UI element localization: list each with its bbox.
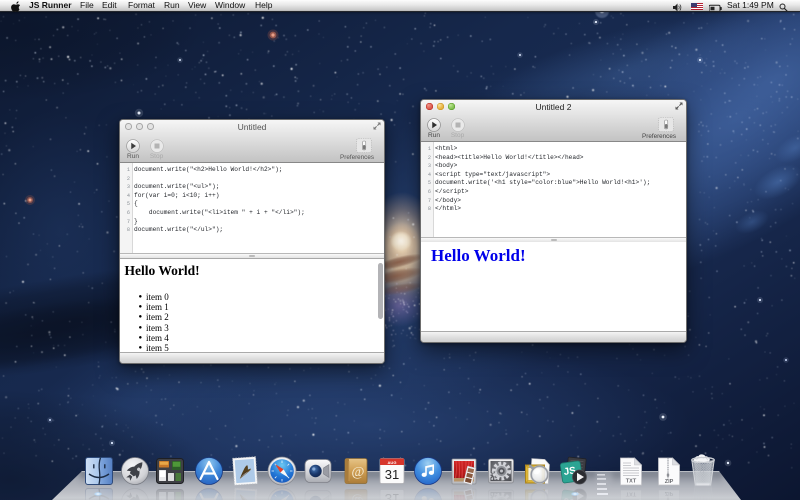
svg-text:AUG: AUG	[387, 460, 396, 465]
svg-text:TXT: TXT	[626, 479, 637, 485]
svg-text:31: 31	[384, 467, 398, 482]
svg-text:ZIP: ZIP	[665, 479, 674, 485]
svg-text:@: @	[352, 465, 365, 480]
